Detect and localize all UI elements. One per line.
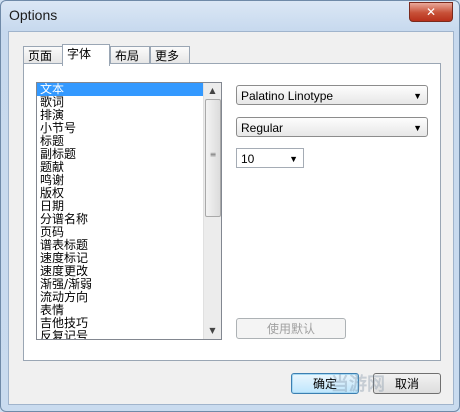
text-style-listbox[interactable]: 文本 歌词 排演 小节号 标题 副标题 题献 鸣谢 版权 日期 分谱名称 页码 谱表标题 速度标记 速度更改… xyxy=(36,82,222,340)
font-size-value: 10 xyxy=(241,152,255,166)
ok-button[interactable]: 确定 xyxy=(291,373,359,394)
options-dialog: Options ✕ 页面 字体 布局 更多 文本 歌词 排演 小节号 标题 副标题 题献 鸣谢… xyxy=(0,0,460,412)
chevron-down-icon: ▼ xyxy=(413,91,422,101)
list-item[interactable]: 反复记号 xyxy=(37,330,203,340)
listbox-scrollbar[interactable]: ▲ ≡ ▼ xyxy=(203,83,221,339)
font-family-dropdown[interactable]: Palatino Linotype ▼ xyxy=(236,85,428,105)
chevron-down-icon: ▼ xyxy=(413,123,422,133)
scroll-thumb[interactable]: ≡ xyxy=(205,99,221,217)
grip-icon: ≡ xyxy=(209,150,217,159)
window-title: Options xyxy=(9,7,58,23)
font-family-value: Palatino Linotype xyxy=(241,89,334,103)
dialog-client-area: 页面 字体 布局 更多 文本 歌词 排演 小节号 标题 副标题 题献 鸣谢 版权 日期 分谱名称 页码… xyxy=(8,31,454,405)
tab-font[interactable]: 字体 xyxy=(62,44,110,66)
font-tab-panel: 文本 歌词 排演 小节号 标题 副标题 题献 鸣谢 版权 日期 分谱名称 页码 谱表标题 速度标记 速度更改… xyxy=(23,63,441,361)
font-size-dropdown[interactable]: 10 ▼ xyxy=(236,148,304,168)
scroll-up-icon: ▲ xyxy=(209,86,216,95)
title-bar[interactable]: Options ✕ xyxy=(1,1,459,31)
text-style-list: 文本 歌词 排演 小节号 标题 副标题 题献 鸣谢 版权 日期 分谱名称 页码 谱表标题 速度标记 速度更改… xyxy=(37,83,203,340)
font-style-dropdown[interactable]: Regular ▼ xyxy=(236,117,428,137)
scroll-down-arrow[interactable]: ▼ xyxy=(204,323,221,339)
cancel-button[interactable]: 取消 xyxy=(373,373,441,394)
use-default-button[interactable]: 使用默认 xyxy=(236,318,346,339)
close-icon: ✕ xyxy=(425,5,437,19)
chevron-down-icon: ▼ xyxy=(289,154,298,164)
scroll-up-arrow[interactable]: ▲ xyxy=(204,83,221,99)
font-style-value: Regular xyxy=(241,121,284,135)
scroll-down-icon: ▼ xyxy=(209,326,216,335)
close-button[interactable]: ✕ xyxy=(409,2,453,22)
